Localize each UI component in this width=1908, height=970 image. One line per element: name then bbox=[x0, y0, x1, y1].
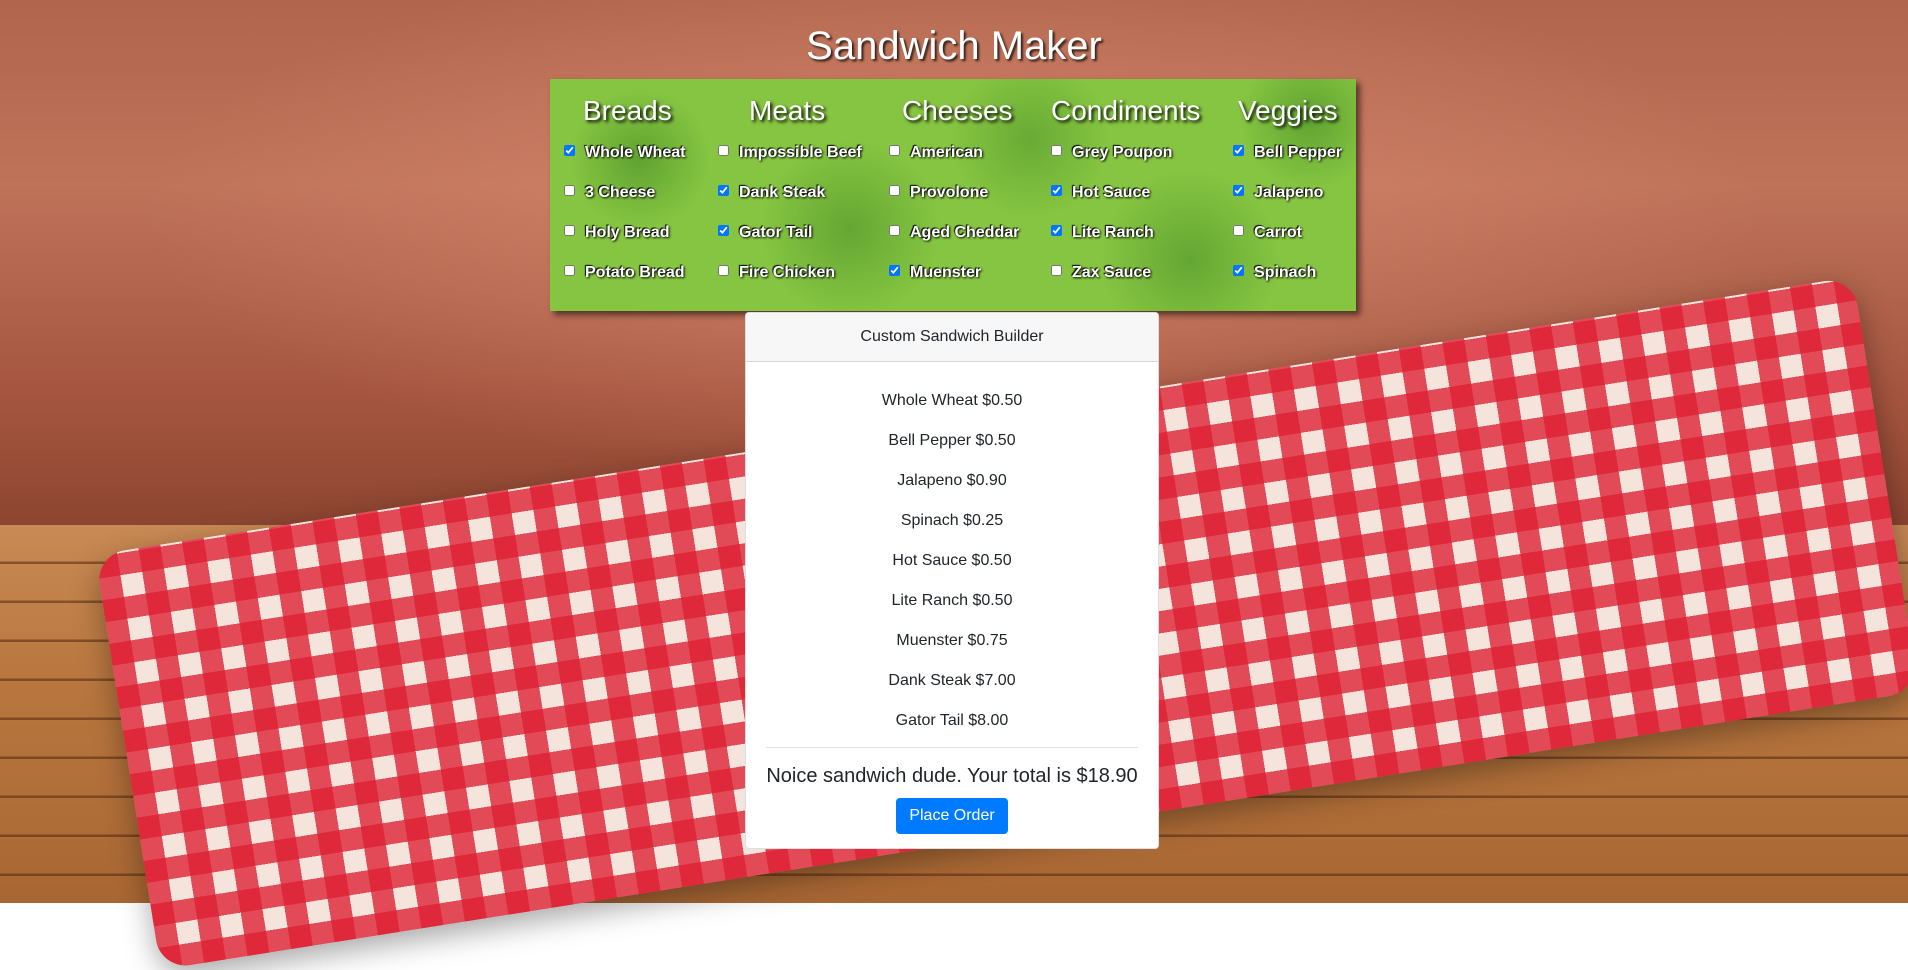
checkbox[interactable] bbox=[889, 264, 900, 276]
checkbox[interactable] bbox=[1051, 264, 1062, 276]
option-label: Lite Ranch bbox=[1072, 224, 1154, 241]
option-lite-ranch[interactable]: Lite Ranch bbox=[1051, 213, 1200, 253]
list-item: Lite Ranch $0.50 bbox=[891, 592, 1013, 609]
checkbox[interactable] bbox=[1233, 264, 1244, 276]
checkbox[interactable] bbox=[1233, 224, 1244, 236]
option-gator-tail[interactable]: Gator Tail bbox=[718, 213, 862, 253]
option-spinach[interactable]: Spinach bbox=[1233, 253, 1342, 293]
checkbox[interactable] bbox=[889, 224, 900, 236]
option-provolone[interactable]: Provolone bbox=[889, 173, 1019, 213]
checkbox[interactable] bbox=[889, 144, 900, 156]
checkbox[interactable] bbox=[1233, 144, 1244, 156]
option-label: Dank Steak bbox=[739, 184, 826, 201]
list-item: Bell Pepper $0.50 bbox=[888, 432, 1016, 449]
list-item: Jalapeno $0.90 bbox=[897, 472, 1007, 489]
option-aged-cheddar[interactable]: Aged Cheddar bbox=[889, 213, 1019, 253]
place-order-button[interactable]: Place Order bbox=[896, 798, 1008, 834]
list-item: Dank Steak $7.00 bbox=[888, 672, 1016, 689]
option-label: Fire Chicken bbox=[739, 264, 836, 281]
checkbox[interactable] bbox=[564, 224, 575, 236]
checkbox[interactable] bbox=[1051, 224, 1062, 236]
option-zax-sauce[interactable]: Zax Sauce bbox=[1051, 253, 1200, 293]
selected-items-list: Whole Wheat $0.50 Bell Pepper $0.50 Jala… bbox=[746, 362, 1158, 741]
option-label: Grey Poupon bbox=[1072, 144, 1173, 161]
card-header: Custom Sandwich Builder bbox=[746, 313, 1158, 362]
order-total: Noice sandwich dude. Your total is $18.9… bbox=[766, 765, 1138, 787]
divider bbox=[766, 747, 1138, 748]
option-label: Holy Bread bbox=[585, 224, 670, 241]
category-cheeses: Cheeses American Provolone Aged Cheddar … bbox=[889, 79, 1019, 293]
category-title: Cheeses bbox=[902, 95, 1013, 126]
option-whole-wheat[interactable]: Whole Wheat bbox=[564, 133, 685, 173]
option-muenster[interactable]: Muenster bbox=[889, 253, 1019, 293]
checkbox[interactable] bbox=[1051, 184, 1062, 196]
option-grey-poupon[interactable]: Grey Poupon bbox=[1051, 133, 1200, 173]
option-potato-bread[interactable]: Potato Bread bbox=[564, 253, 685, 293]
list-item: Whole Wheat $0.50 bbox=[881, 392, 1023, 409]
option-fire-chicken[interactable]: Fire Chicken bbox=[718, 253, 862, 293]
option-label: Zax Sauce bbox=[1072, 264, 1152, 281]
category-breads: Breads Whole Wheat 3 Cheese Holy Bread P… bbox=[564, 79, 685, 293]
option-label: Muenster bbox=[910, 264, 982, 281]
option-label: Jalapeno bbox=[1254, 184, 1324, 201]
option-label: Hot Sauce bbox=[1072, 184, 1151, 201]
category-title: Veggies bbox=[1238, 95, 1338, 126]
category-title: Meats bbox=[749, 95, 826, 126]
category-veggies: Veggies Bell Pepper Jalapeno Carrot Spin… bbox=[1233, 79, 1342, 293]
option-american[interactable]: American bbox=[889, 133, 1019, 173]
option-dank-steak[interactable]: Dank Steak bbox=[718, 173, 862, 213]
option-label: Aged Cheddar bbox=[910, 224, 1020, 241]
option-jalapeno[interactable]: Jalapeno bbox=[1233, 173, 1342, 213]
checkbox[interactable] bbox=[718, 264, 729, 276]
checkbox[interactable] bbox=[564, 184, 575, 196]
option-impossible-beef[interactable]: Impossible Beef bbox=[718, 133, 862, 173]
option-label: Carrot bbox=[1254, 224, 1303, 241]
option-label: Spinach bbox=[1254, 264, 1317, 281]
checkbox[interactable] bbox=[718, 224, 729, 236]
option-bell-pepper[interactable]: Bell Pepper bbox=[1233, 133, 1342, 173]
checkbox[interactable] bbox=[1051, 144, 1062, 156]
checkbox[interactable] bbox=[564, 264, 575, 276]
option-label: Gator Tail bbox=[739, 224, 813, 241]
checkbox[interactable] bbox=[718, 184, 729, 196]
page-title: Sandwich Maker bbox=[806, 24, 1102, 68]
option-label: 3 Cheese bbox=[585, 184, 656, 201]
option-holy-bread[interactable]: Holy Bread bbox=[564, 213, 685, 253]
ingredient-panel: Breads Whole Wheat 3 Cheese Holy Bread P… bbox=[550, 79, 1356, 311]
list-item: Hot Sauce $0.50 bbox=[892, 552, 1012, 569]
option-label: Bell Pepper bbox=[1254, 144, 1343, 161]
checkbox[interactable] bbox=[1233, 184, 1244, 196]
option-carrot[interactable]: Carrot bbox=[1233, 213, 1342, 253]
category-meats: Meats Impossible Beef Dank Steak Gator T… bbox=[718, 79, 862, 293]
option-3-cheese[interactable]: 3 Cheese bbox=[564, 173, 685, 213]
checkbox[interactable] bbox=[718, 144, 729, 156]
checkbox[interactable] bbox=[889, 184, 900, 196]
option-label: Provolone bbox=[910, 184, 989, 201]
category-condiments: Condiments Grey Poupon Hot Sauce Lite Ra… bbox=[1051, 79, 1200, 293]
option-hot-sauce[interactable]: Hot Sauce bbox=[1051, 173, 1200, 213]
category-title: Breads bbox=[583, 95, 672, 126]
option-label: Whole Wheat bbox=[585, 144, 686, 161]
list-item: Spinach $0.25 bbox=[900, 512, 1004, 529]
option-label: Potato Bread bbox=[585, 264, 685, 281]
list-item: Gator Tail $8.00 bbox=[895, 712, 1009, 729]
sandwich-builder-card: Custom Sandwich Builder Whole Wheat $0.5… bbox=[745, 312, 1159, 849]
list-item: Muenster $0.75 bbox=[896, 632, 1008, 649]
option-label: Impossible Beef bbox=[739, 144, 862, 161]
checkbox[interactable] bbox=[564, 144, 575, 156]
option-label: American bbox=[910, 144, 983, 161]
category-title: Condiments bbox=[1051, 95, 1201, 126]
